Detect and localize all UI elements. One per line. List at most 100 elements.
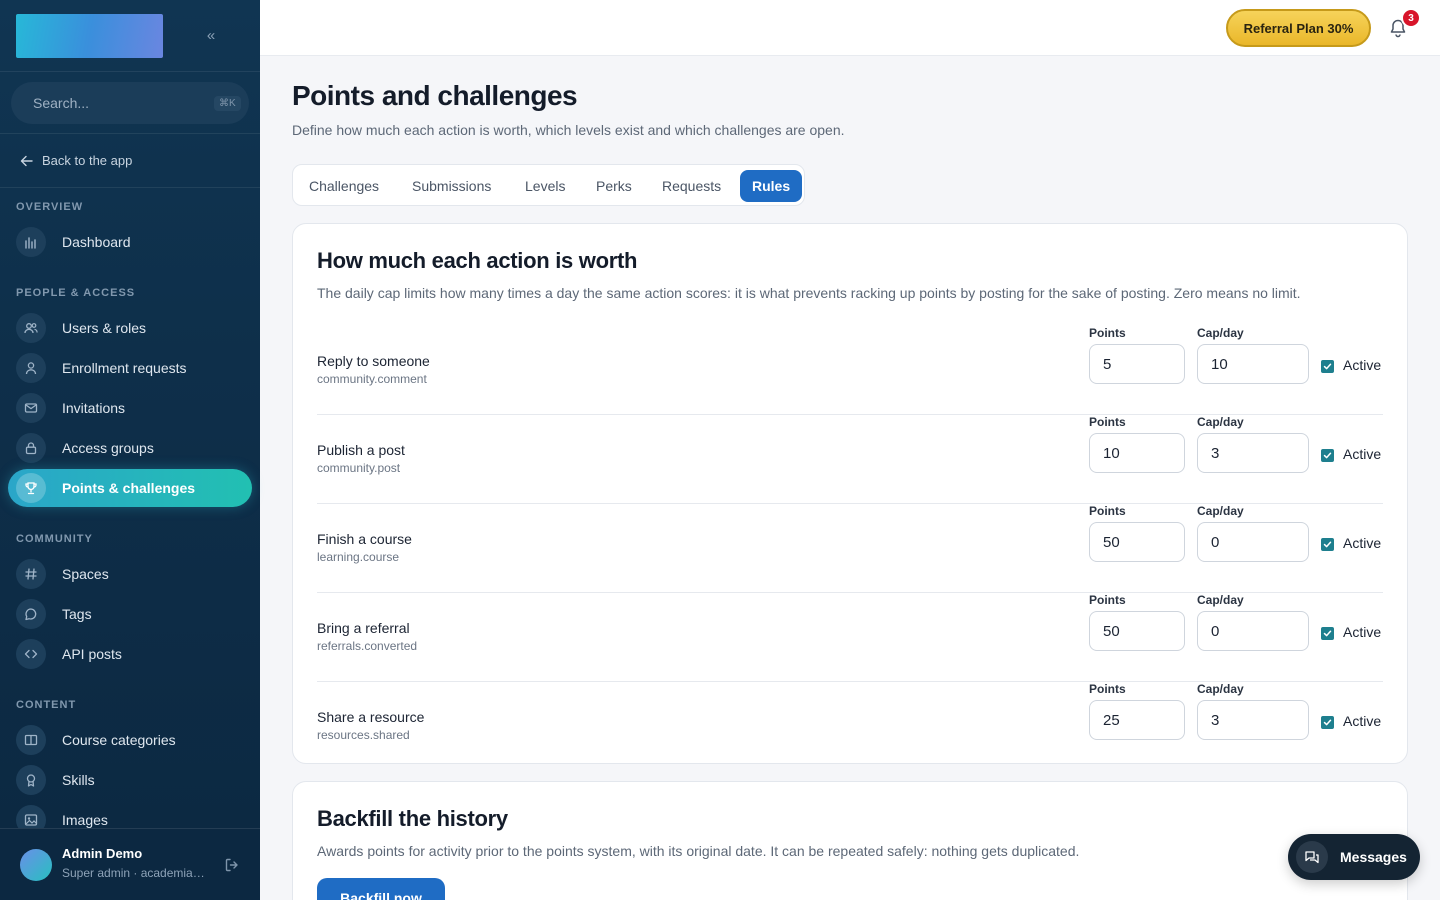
active-checkbox[interactable] — [1321, 360, 1334, 373]
sidebar-item-skills[interactable]: Skills — [8, 761, 252, 799]
book-icon — [16, 725, 46, 755]
sidebar-item-spaces[interactable]: Spaces — [8, 555, 252, 593]
cap-label: Cap/day — [1197, 415, 1244, 429]
sidebar-item-users[interactable]: Users & roles — [8, 309, 252, 347]
active-checkbox[interactable] — [1321, 538, 1334, 551]
sidebar-item-tags[interactable]: Tags — [8, 595, 252, 633]
tab-perks[interactable]: Perks — [584, 170, 644, 202]
points-label: Points — [1089, 682, 1126, 696]
tab-rules[interactable]: Rules — [740, 170, 803, 202]
points-input[interactable] — [1089, 522, 1185, 562]
cap-input[interactable] — [1197, 522, 1309, 562]
backfill-now-button[interactable]: Backfill now — [317, 878, 445, 900]
tab-requests[interactable]: Requests — [650, 170, 733, 202]
backfill-card-description: Awards points for activity prior to the … — [317, 843, 1080, 859]
rule-key: resources.shared — [317, 728, 410, 742]
sidebar-item-api-posts[interactable]: API posts — [8, 635, 252, 673]
points-input[interactable] — [1089, 344, 1185, 384]
user-icon — [16, 353, 46, 383]
sidebar-item-label: Spaces — [62, 566, 109, 582]
arrow-left-icon — [20, 155, 33, 166]
cap-label: Cap/day — [1197, 326, 1244, 340]
cap-input[interactable] — [1197, 433, 1309, 473]
rule-key: community.post — [317, 461, 401, 475]
sidebar-item-label: Course categories — [62, 732, 176, 748]
rule-label: Bring a referral — [317, 620, 410, 636]
points-label: Points — [1089, 415, 1126, 429]
sidebar-item-enrollment[interactable]: Enrollment requests — [8, 349, 252, 387]
sidebar-item-label: Invitations — [62, 400, 126, 416]
user-role: Super admin · academia-demo — [62, 866, 208, 880]
check-icon — [1323, 630, 1332, 637]
logo-row: « — [0, 0, 260, 72]
notification-badge: 3 — [1401, 8, 1421, 28]
messages-label: Messages — [1340, 849, 1407, 865]
active-label: Active — [1343, 535, 1382, 551]
users-icon — [16, 313, 46, 343]
cap-input[interactable] — [1197, 611, 1309, 651]
points-input[interactable] — [1089, 433, 1185, 473]
cap-label: Cap/day — [1197, 682, 1244, 696]
search-input[interactable] — [33, 95, 214, 111]
sidebar-item-invitations[interactable]: Invitations — [8, 389, 252, 427]
rule-label: Publish a post — [317, 442, 405, 458]
messages-button[interactable]: Messages — [1288, 834, 1420, 880]
sidebar-item-course-categories[interactable]: Course categories — [8, 721, 252, 759]
hash-icon — [16, 559, 46, 589]
sidebar-item-points-challenges[interactable]: Points & challenges — [8, 469, 252, 507]
sidebar-item-label: Users & roles — [62, 320, 147, 336]
chat-icon — [16, 599, 46, 629]
section-community: COMMUNITY — [16, 533, 93, 545]
rule-row: Share a resource resources.shared Points… — [317, 682, 1383, 771]
rule-row: Bring a referral referrals.converted Poi… — [317, 593, 1383, 682]
sidebar-item-label: API posts — [62, 646, 122, 662]
cap-label: Cap/day — [1197, 593, 1244, 607]
rule-key: community.comment — [317, 372, 427, 386]
points-input[interactable] — [1089, 700, 1185, 740]
tab-challenges[interactable]: Challenges — [297, 170, 391, 202]
rule-row: Finish a course learning.course Points C… — [317, 504, 1383, 593]
page-title: Points and challenges — [292, 80, 578, 111]
active-checkbox[interactable] — [1321, 449, 1334, 462]
tab-levels[interactable]: Levels — [513, 170, 577, 202]
logout-icon[interactable] — [224, 857, 240, 873]
rules-card-title: How much each action is worth — [317, 248, 638, 273]
points-label: Points — [1089, 326, 1126, 340]
top-bar: Referral Plan 30% 3 — [260, 0, 1440, 56]
cap-input[interactable] — [1197, 700, 1309, 740]
rule-key: learning.course — [317, 550, 400, 564]
points-input[interactable] — [1089, 611, 1185, 651]
rule-row: Publish a post community.post Points Cap… — [317, 415, 1383, 504]
badge-icon — [16, 765, 46, 795]
active-checkbox[interactable] — [1321, 627, 1334, 640]
sidebar-item-label: Tags — [62, 606, 92, 622]
rule-row: Reply to someone community.comment Point… — [317, 326, 1383, 415]
search-box[interactable]: ⌘K — [11, 82, 249, 124]
referral-plan-button[interactable]: Referral Plan 30% — [1226, 9, 1371, 47]
chart-icon — [16, 227, 46, 257]
mail-icon — [16, 393, 46, 423]
active-label: Active — [1343, 713, 1382, 729]
avatar[interactable] — [20, 849, 52, 881]
check-icon — [1323, 363, 1332, 370]
collapse-sidebar-icon[interactable]: « — [201, 24, 221, 48]
search-shortcut: ⌘K — [214, 95, 241, 111]
active-checkbox[interactable] — [1321, 716, 1334, 729]
trophy-icon — [16, 473, 46, 503]
rule-label: Reply to someone — [317, 353, 430, 369]
tab-bar: Challenges Submissions Levels Perks Requ… — [292, 164, 805, 206]
tab-submissions[interactable]: Submissions — [400, 170, 503, 202]
backfill-card: Backfill the history Awards points for a… — [292, 781, 1408, 900]
sidebar-item-dashboard[interactable]: Dashboard — [8, 223, 252, 261]
rule-key: referrals.converted — [317, 639, 418, 653]
cap-input[interactable] — [1197, 344, 1309, 384]
rules-card: How much each action is worth The daily … — [292, 223, 1408, 764]
check-icon — [1323, 541, 1332, 548]
sidebar-item-label: Points & challenges — [62, 480, 196, 496]
active-label: Active — [1343, 357, 1382, 373]
points-label: Points — [1089, 504, 1126, 518]
section-overview: OVERVIEW — [16, 201, 84, 213]
back-to-app-link[interactable]: Back to the app — [0, 134, 260, 188]
brand-logo[interactable] — [16, 14, 163, 58]
sidebar-item-access-groups[interactable]: Access groups — [8, 429, 252, 467]
